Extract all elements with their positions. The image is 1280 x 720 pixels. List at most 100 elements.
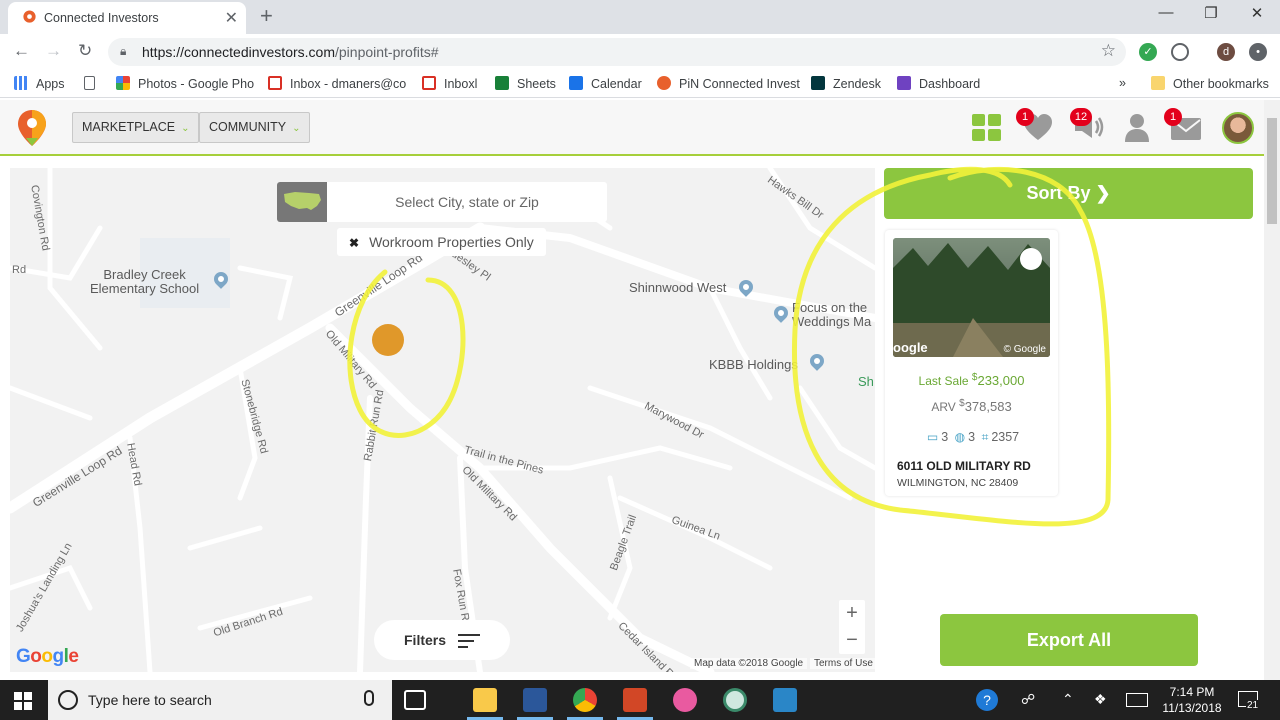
bookmark-label: Zendesk	[833, 77, 881, 91]
reload-icon[interactable]: ↻	[78, 41, 92, 61]
taskbar-search-input[interactable]: Type here to search	[88, 692, 212, 708]
dashboard-grid-icon[interactable]	[971, 113, 1003, 143]
new-tab-button[interactable]: +	[260, 4, 273, 28]
export-all-button[interactable]: Export All	[940, 614, 1198, 666]
bookmark-inbox-gmail[interactable]: Inbox - dmaners@co	[268, 76, 406, 91]
bookmark-page[interactable]	[84, 76, 103, 91]
google-logo[interactable]: Google	[16, 646, 79, 668]
bookmarks-overflow-icon[interactable]: »	[1119, 76, 1126, 90]
bookmarks-bar: Apps Photos - Google Pho Inbox - dmaners…	[0, 70, 1280, 98]
remove-filter-icon[interactable]: ✖	[349, 236, 359, 250]
scrollbar-thumb[interactable]	[1267, 118, 1277, 224]
connected-investors-logo-icon[interactable]	[16, 108, 48, 148]
bookmark-label: Dashboard	[919, 77, 981, 91]
bookmark-star-icon[interactable]: ☆	[1101, 41, 1116, 61]
cortana-icon	[58, 690, 78, 710]
app-circle-icon[interactable]	[723, 688, 747, 712]
user-profile-icon[interactable]	[1121, 112, 1153, 142]
window-close-button[interactable]: ✕	[1247, 4, 1267, 22]
microphone-icon[interactable]	[364, 690, 374, 706]
map-view[interactable]: Covington Rd Hawks Bill Dr Greenville Lo…	[10, 168, 875, 672]
bookmark-zendesk[interactable]: Zendesk	[811, 76, 881, 91]
page-scrollbar[interactable]	[1264, 100, 1280, 680]
property-photo[interactable]: oogle © Google	[893, 238, 1050, 357]
marketplace-menu-button[interactable]: MARKETPLACE ⌄	[72, 112, 200, 143]
bookmark-pin-connected[interactable]: PiN Connected Invest	[657, 76, 800, 91]
poi-label: Shinnwood West	[629, 280, 727, 295]
filter-lines-icon	[458, 634, 480, 648]
zoom-out-button[interactable]: −	[839, 627, 865, 654]
word-icon[interactable]	[523, 688, 547, 712]
bookmark-label: PiN Connected Invest	[679, 77, 800, 91]
snowflake-app-icon[interactable]	[773, 688, 797, 712]
extension-ring-icon[interactable]	[1171, 43, 1189, 61]
bookmark-calendar[interactable]: Calendar	[569, 76, 642, 91]
sort-by-button[interactable]: Sort By ❯	[884, 168, 1253, 219]
system-clock[interactable]: 7:14 PM 11/13/2018	[1158, 684, 1226, 716]
tab-title: Connected Investors	[44, 11, 159, 25]
dropbox-icon[interactable]: ❖	[1094, 691, 1107, 708]
chrome-menu-icon[interactable]: •	[1249, 43, 1267, 61]
filters-button[interactable]: Filters	[374, 620, 510, 660]
user-avatar[interactable]	[1222, 112, 1254, 144]
help-icon[interactable]: ?	[976, 689, 998, 711]
powerpoint-icon[interactable]	[623, 688, 647, 712]
zendesk-icon	[811, 76, 825, 90]
google-copyright: © Google	[1003, 344, 1046, 355]
back-arrow-icon[interactable]: ←	[13, 41, 30, 61]
browser-tab[interactable]: Connected Investors ✕	[8, 2, 246, 34]
location-search[interactable]: Select City, state or Zip	[277, 182, 607, 222]
file-explorer-icon[interactable]	[473, 688, 497, 712]
square-feet-icon: ⌗	[981, 430, 989, 444]
url-text: https://connectedinvestors.com/pinpoint-…	[142, 44, 439, 60]
zoom-in-button[interactable]: +	[839, 600, 865, 627]
other-bookmarks[interactable]: Other bookmarks	[1151, 76, 1269, 91]
minimize-button[interactable]: —	[1156, 4, 1176, 21]
dashboard-icon	[897, 76, 911, 90]
workroom-filter-chip[interactable]: ✖ Workroom Properties Only	[337, 228, 546, 256]
bookmark-apps[interactable]: Apps	[14, 76, 65, 91]
property-city-state-zip: WILMINGTON, NC 28409	[897, 477, 1019, 489]
us-map-icon[interactable]	[277, 182, 327, 222]
show-hidden-icons-chevron-icon[interactable]: ⌃	[1062, 691, 1074, 708]
connected-investors-icon	[657, 76, 671, 90]
itunes-icon[interactable]	[673, 688, 697, 712]
beds-value: 3	[941, 430, 949, 444]
bookmark-label: Other bookmarks	[1173, 77, 1269, 91]
forward-arrow-icon[interactable]: →	[45, 41, 62, 61]
windows-start-icon[interactable]	[14, 692, 32, 710]
taskbar-search[interactable]: Type here to search	[48, 680, 392, 720]
location-search-input[interactable]: Select City, state or Zip	[327, 194, 607, 210]
bookmark-label: Inbox - dmaners@co	[290, 77, 407, 91]
poi-label: Sh	[858, 374, 874, 389]
extension-check-icon[interactable]: ✓	[1139, 43, 1157, 61]
bookmark-inboxl[interactable]: Inboxl	[422, 76, 477, 91]
sheets-icon	[495, 76, 509, 90]
chrome-icon[interactable]	[573, 688, 597, 712]
address-bar[interactable]: 🔒︎ https://connectedinvestors.com/pinpoi…	[108, 38, 1126, 66]
property-map-marker[interactable]	[372, 324, 404, 356]
poi-label: Focus on the Weddings Ma	[792, 300, 872, 329]
apps-grid-icon	[14, 76, 28, 90]
url-path: /pinpoint-profits#	[335, 44, 439, 60]
people-icon[interactable]: ☍	[1021, 691, 1035, 708]
url-host: https://connectedinvestors.com	[142, 44, 335, 60]
bookmark-photos[interactable]: Photos - Google Pho	[116, 76, 254, 91]
street-label: Rd	[12, 264, 27, 276]
favorite-toggle-icon[interactable]	[1020, 248, 1042, 270]
task-view-icon[interactable]	[404, 690, 426, 710]
community-menu-button[interactable]: COMMUNITY ⌄	[199, 112, 311, 143]
tab-close-icon[interactable]: ✕	[225, 8, 238, 28]
arv: ARV $378,583	[885, 398, 1058, 414]
bookmark-label: Sheets	[517, 77, 556, 91]
bookmark-dashboard[interactable]: Dashboard	[897, 76, 980, 91]
property-card[interactable]: oogle © Google Last Sale $233,000 ARV $3…	[885, 230, 1058, 496]
messages-badge: 1	[1164, 108, 1182, 126]
restore-button[interactable]: ❐	[1201, 4, 1221, 22]
profile-avatar[interactable]: d	[1217, 43, 1235, 61]
bookmark-sheets[interactable]: Sheets	[495, 76, 556, 91]
keyboard-icon[interactable]	[1126, 693, 1148, 707]
chevron-down-icon: ⌄	[292, 123, 301, 134]
map-terms-link[interactable]: Terms of Use	[810, 658, 875, 669]
connected-investors-favicon-icon	[23, 10, 36, 23]
